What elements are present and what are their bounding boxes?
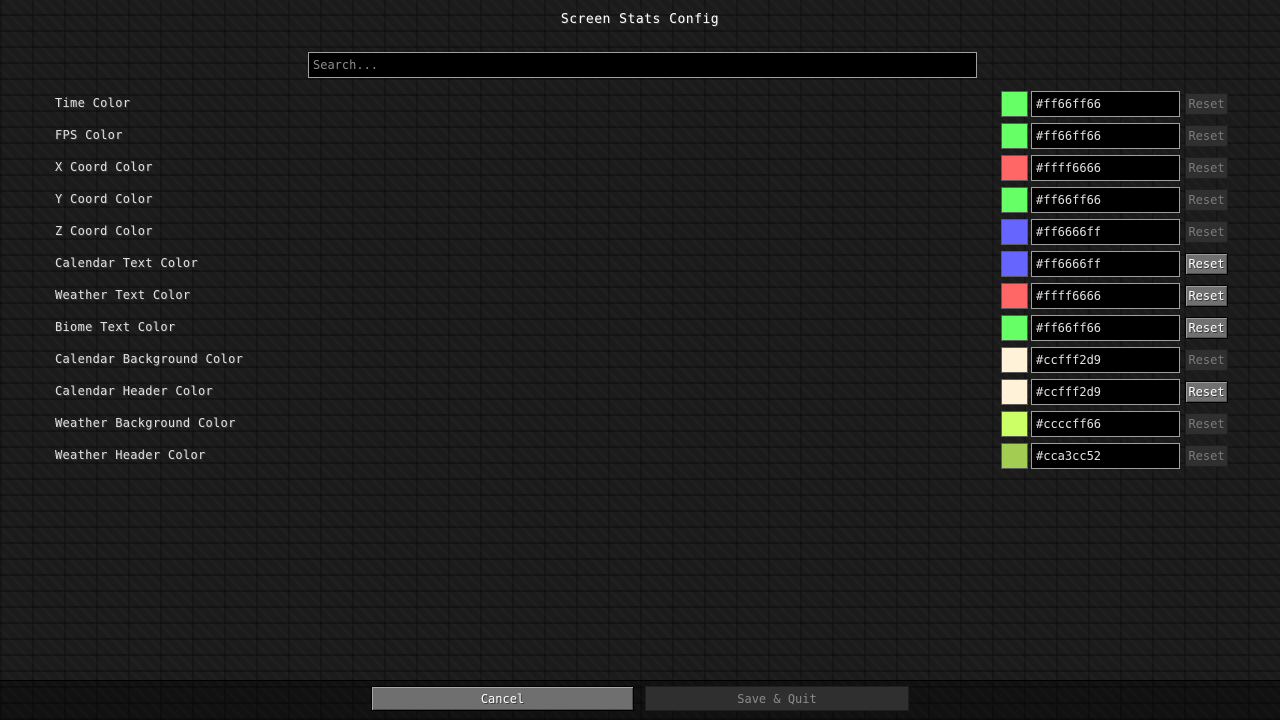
setting-label: Calendar Background Color [55, 352, 244, 366]
color-swatch[interactable] [1001, 315, 1028, 341]
reset-button[interactable]: Reset [1185, 381, 1228, 403]
color-swatch[interactable] [1001, 187, 1028, 213]
setting-label: FPS Color [55, 128, 123, 142]
setting-label: X Coord Color [55, 160, 153, 174]
setting-row: Biome Text Color Reset [0, 314, 1280, 346]
save-and-quit-button[interactable]: Save & Quit [645, 686, 909, 711]
color-hex-input[interactable] [1031, 315, 1180, 341]
page-title: Screen Stats Config [560, 12, 720, 27]
setting-label: Y Coord Color [55, 192, 153, 206]
reset-button[interactable]: Reset [1185, 285, 1228, 307]
reset-button[interactable]: Reset [1185, 189, 1228, 211]
color-swatch[interactable] [1001, 251, 1028, 277]
setting-row: Weather Header Color Reset [0, 442, 1280, 474]
color-swatch[interactable] [1001, 411, 1028, 437]
setting-row: Time Color Reset [0, 90, 1280, 122]
settings-list: Time ColorResetFPS ColorResetX Coord Col… [0, 90, 1280, 474]
setting-label: Calendar Text Color [55, 256, 198, 270]
color-hex-input[interactable] [1031, 187, 1180, 213]
setting-label: Weather Header Color [55, 448, 206, 462]
setting-label: Calendar Header Color [55, 384, 214, 398]
color-hex-input[interactable] [1031, 91, 1180, 117]
color-swatch[interactable] [1001, 443, 1028, 469]
reset-button[interactable]: Reset [1185, 413, 1228, 435]
reset-button[interactable]: Reset [1185, 157, 1228, 179]
color-hex-input[interactable] [1031, 219, 1180, 245]
reset-button[interactable]: Reset [1185, 317, 1228, 339]
color-swatch[interactable] [1001, 283, 1028, 309]
setting-label: Weather Background Color [55, 416, 236, 430]
color-hex-input[interactable] [1031, 411, 1180, 437]
color-swatch[interactable] [1001, 219, 1028, 245]
color-swatch[interactable] [1001, 123, 1028, 149]
color-hex-input[interactable] [1031, 379, 1180, 405]
setting-row: Z Coord Color Reset [0, 218, 1280, 250]
color-hex-input[interactable] [1031, 155, 1180, 181]
setting-label: Weather Text Color [55, 288, 191, 302]
setting-label: Biome Text Color [55, 320, 176, 334]
reset-button[interactable]: Reset [1185, 93, 1228, 115]
cancel-button[interactable]: Cancel [371, 686, 634, 711]
setting-row: Y Coord Color Reset [0, 186, 1280, 218]
setting-row: Calendar Header Color Reset [0, 378, 1280, 410]
search-input[interactable] [308, 52, 977, 78]
setting-label: Time Color [55, 96, 131, 110]
reset-button[interactable]: Reset [1185, 221, 1228, 243]
setting-row: Weather Text Color Reset [0, 282, 1280, 314]
reset-button[interactable]: Reset [1185, 253, 1228, 275]
setting-row: FPS Color Reset [0, 122, 1280, 154]
color-swatch[interactable] [1001, 91, 1028, 117]
color-swatch[interactable] [1001, 347, 1028, 373]
color-swatch[interactable] [1001, 155, 1028, 181]
setting-row: Calendar Text Color Reset [0, 250, 1280, 282]
setting-row: X Coord Color Reset [0, 154, 1280, 186]
reset-button[interactable]: Reset [1185, 349, 1228, 371]
setting-row: Calendar Background Color Reset [0, 346, 1280, 378]
setting-row: Weather Background Color Reset [0, 410, 1280, 442]
footer-bar [0, 680, 1280, 720]
setting-label: Z Coord Color [55, 224, 153, 238]
color-hex-input[interactable] [1031, 251, 1180, 277]
color-hex-input[interactable] [1031, 123, 1180, 149]
color-hex-input[interactable] [1031, 283, 1180, 309]
color-swatch[interactable] [1001, 379, 1028, 405]
reset-button[interactable]: Reset [1185, 125, 1228, 147]
reset-button[interactable]: Reset [1185, 445, 1228, 467]
color-hex-input[interactable] [1031, 347, 1180, 373]
color-hex-input[interactable] [1031, 443, 1180, 469]
